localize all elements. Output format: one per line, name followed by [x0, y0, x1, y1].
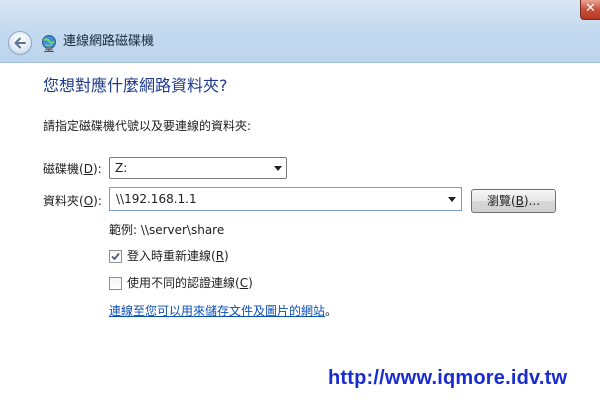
watermark-url: http://www.iqmore.idv.tw — [328, 367, 568, 389]
folder-path-input[interactable]: \\192.168.1.1 — [109, 187, 462, 211]
chevron-down-icon[interactable] — [448, 197, 456, 202]
folder-path-value: \\192.168.1.1 — [116, 192, 197, 206]
reconnect-label: 登入時重新連線(R) — [127, 249, 229, 263]
drive-letter-value: Z: — [115, 161, 128, 175]
storage-website-link[interactable]: 連線至您可以用來儲存文件及圖片的網站 — [109, 304, 325, 318]
title-bar: ✕ 連線網路磁碟機 — [0, 0, 600, 63]
instruction-text: 請指定磁碟機代號以及要連線的資料夾: — [43, 119, 252, 133]
checkmark-icon — [111, 252, 120, 261]
different-credentials-checkbox[interactable] — [109, 277, 122, 290]
window-title: 連線網路磁碟機 — [63, 34, 155, 49]
different-credentials-label: 使用不同的認證連線(C) — [127, 276, 253, 290]
back-arrow-icon — [14, 37, 26, 49]
drive-letter-select[interactable]: Z: — [109, 157, 287, 179]
chevron-down-icon — [274, 166, 282, 171]
example-text: 範例: \\server\share — [109, 223, 225, 237]
back-button[interactable] — [8, 31, 32, 55]
link-suffix: 。 — [325, 304, 338, 318]
reconnect-checkbox[interactable] — [109, 250, 122, 263]
close-button[interactable]: ✕ — [580, 0, 600, 20]
folder-label: 資料夾(O): — [43, 194, 102, 208]
page-heading: 您想對應什麼網路資料夾? — [43, 76, 228, 95]
close-icon: ✕ — [585, 1, 596, 16]
drive-label: 磁碟機(D): — [43, 162, 102, 176]
storage-link-row: 連線至您可以用來儲存文件及圖片的網站。 — [109, 304, 337, 318]
browse-button[interactable]: 瀏覽(B)... — [471, 189, 556, 213]
network-drive-icon — [42, 35, 56, 52]
